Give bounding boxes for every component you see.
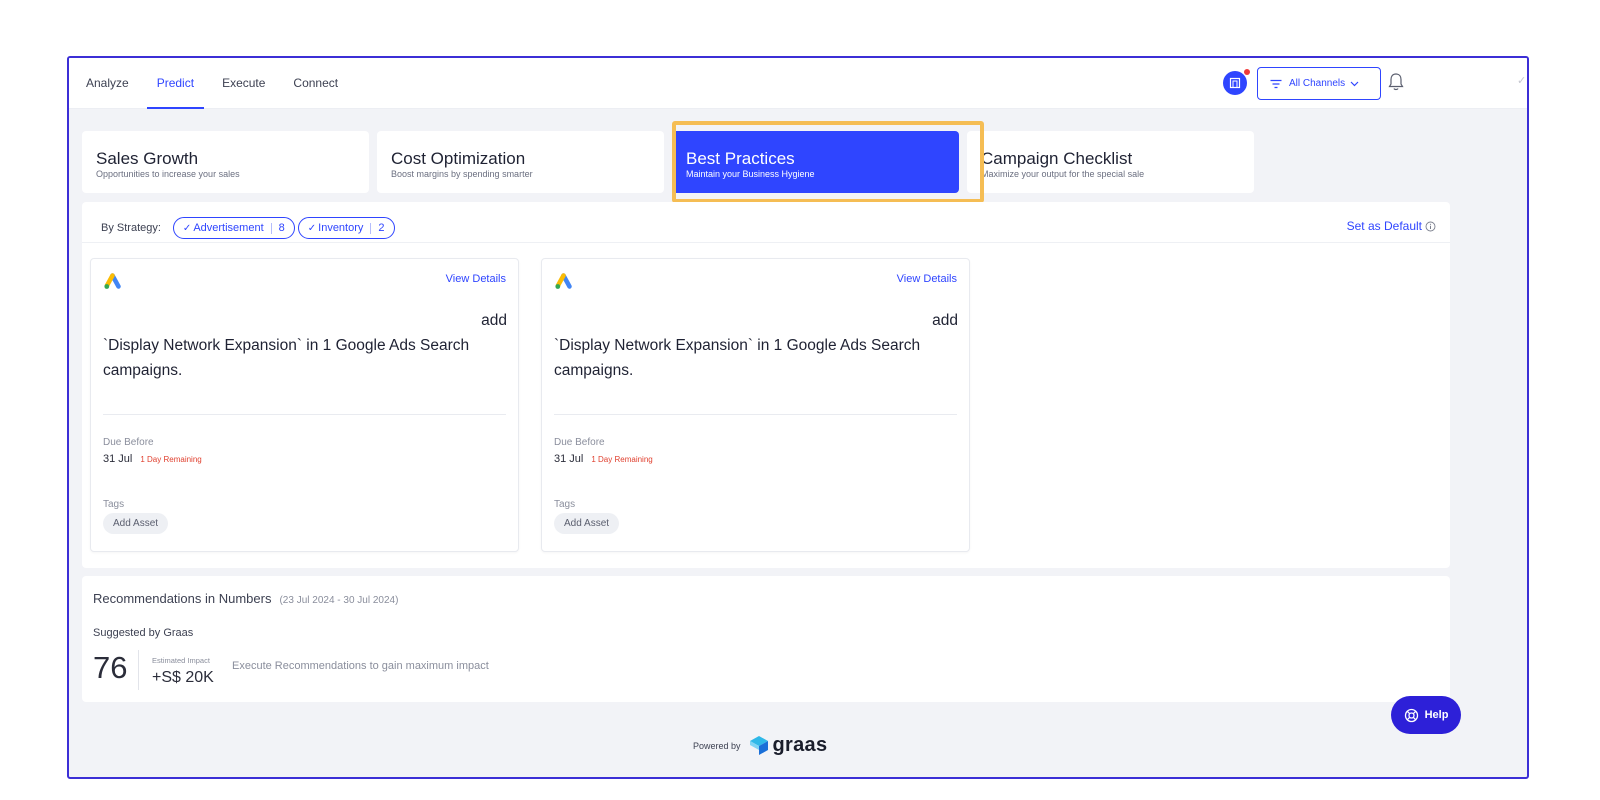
recommendation-action: add [932,312,958,329]
due-before-label: Due Before [103,437,154,448]
set-default-label: Set as Default [1346,219,1422,233]
powered-by-label: Powered by [693,740,741,751]
chip-label: Inventory [318,222,364,234]
chip-divider [270,222,272,234]
help-button[interactable]: Help [1391,696,1461,734]
recommendation-text: add `Display Network Expansion` in 1 Goo… [103,308,507,383]
bell-icon[interactable] [1387,72,1405,92]
filter-icon [1270,79,1282,88]
main-nav: Analyze Predict Execute Connect [86,58,366,109]
help-label: Help [1424,709,1449,721]
recommendation-description: `Display Network Expansion` in 1 Google … [103,337,470,379]
recommendation-card[interactable]: View Details add `Display Network Expans… [541,258,970,552]
numbers-title: Recommendations in Numbers (23 Jul 2024 -… [93,591,398,606]
date-range: (23 Jul 2024 - 30 Jul 2024) [279,595,399,606]
strategy-filter: By Strategy: ✓ Advertisement 8 ✓ Invento… [101,217,395,239]
chip-count: 8 [278,222,285,234]
estimated-impact-value: +S$ 20K [152,669,214,686]
card-divider [554,414,957,415]
suggested-by-label: Suggested by Graas [93,627,194,639]
recommendation-count: 76 [93,650,128,685]
category-title: Best Practices [686,149,795,168]
category-card-campaign-checklist[interactable]: Campaign Checklist Maximize your output … [967,131,1254,193]
graas-brand: graas [772,734,828,756]
category-subtitle: Boost margins by spending smarter [391,169,533,179]
due-before-value: 31 Jul 1 Day Remaining [554,453,653,465]
due-remaining: 1 Day Remaining [140,455,202,464]
numbers-divider [138,650,139,690]
set-as-default-link[interactable]: Set as Default [1347,219,1436,233]
category-title: Campaign Checklist [981,149,1133,168]
lifebuoy-icon [1404,708,1418,722]
nav-tab-connect[interactable]: Connect [293,58,338,109]
chevron-down-icon [1350,81,1359,86]
nav-tab-execute[interactable]: Execute [222,58,265,109]
estimated-impact-label: Estimated Impact [152,656,210,665]
panel-divider [82,242,1450,243]
tag-chip[interactable]: Add Asset [554,513,620,534]
graas-logo-icon [749,735,768,755]
category-subtitle: Maintain your Business Hygiene [686,169,815,179]
recommendation-text: add `Display Network Expansion` in 1 Goo… [554,308,958,383]
recommendation-action: add [481,312,507,329]
chip-label: Advertisement [193,222,264,234]
all-channels-dropdown[interactable]: All Channels [1257,67,1381,100]
category-subtitle: Opportunities to increase your sales [96,169,240,179]
due-before-label: Due Before [554,437,605,448]
google-ads-icon [104,273,121,289]
due-before-value: 31 Jul 1 Day Remaining [103,453,202,465]
strategy-chip-advertisement[interactable]: ✓ Advertisement 8 [172,217,295,239]
due-date: 31 Jul [554,453,584,465]
chip-divider [370,222,372,234]
check-icon: ✓ [307,222,317,234]
view-details-link[interactable]: View Details [897,273,957,285]
tag-chip[interactable]: Add Asset [103,513,169,534]
recommendation-card[interactable]: View Details add `Display Network Expans… [90,258,519,552]
check-icon: ✓ [1517,75,1527,87]
category-title: Sales Growth [96,149,199,168]
category-subtitle: Maximize your output for the special sal… [981,169,1145,179]
store-avatar[interactable] [1223,69,1250,95]
store-icon [1229,77,1241,89]
google-ads-icon [555,273,572,289]
numbers-title-text: Recommendations in Numbers [93,591,272,606]
recommendations-in-numbers: Recommendations in Numbers (23 Jul 2024 -… [82,576,1450,702]
check-icon: ✓ [182,222,192,234]
recommendation-description: `Display Network Expansion` in 1 Google … [554,337,921,379]
notification-dot [1244,69,1250,75]
strategy-label: By Strategy: [101,222,161,234]
card-divider [103,414,506,415]
due-remaining: 1 Day Remaining [591,455,653,464]
all-channels-label: All Channels [1289,78,1346,89]
strategy-chip-inventory[interactable]: ✓ Inventory 2 [297,217,395,239]
category-card-sales-growth[interactable]: Sales Growth Opportunities to increase y… [82,131,369,193]
app-frame: Analyze Predict Execute Connect All Chan… [67,56,1529,779]
chip-count: 2 [378,222,385,234]
top-navigation-bar: Analyze Predict Execute Connect All Chan… [69,58,1527,109]
info-icon [1425,221,1436,231]
category-title: Cost Optimization [391,149,526,168]
tags-label: Tags [554,499,576,510]
tags-label: Tags [103,499,125,510]
due-date: 31 Jul [103,453,133,465]
nav-tab-analyze[interactable]: Analyze [86,58,129,109]
execute-hint: Execute Recommendations to gain maximum … [232,660,489,672]
recommendations-panel: By Strategy: ✓ Advertisement 8 ✓ Invento… [82,202,1450,568]
footer: Powered by graas [693,734,827,757]
category-card-best-practices[interactable]: Best Practices Maintain your Business Hy… [672,131,959,193]
nav-tab-predict[interactable]: Predict [146,58,205,109]
category-card-cost-optimization[interactable]: Cost Optimization Boost margins by spend… [377,131,664,193]
view-details-link[interactable]: View Details [446,273,506,285]
